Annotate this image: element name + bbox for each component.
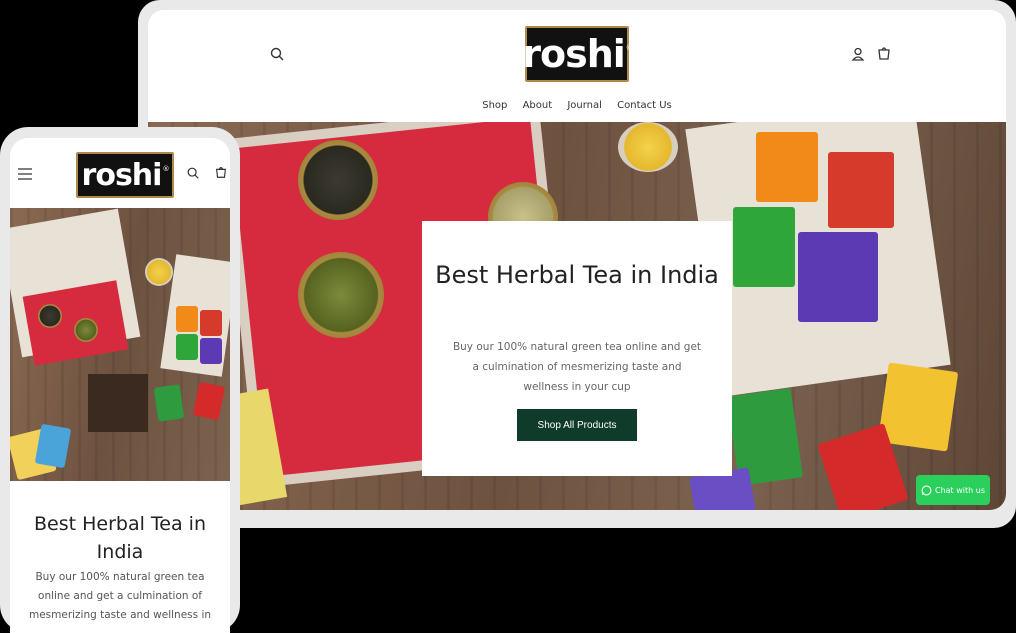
hero-sachet-graphic — [176, 334, 198, 360]
hero-sachet-graphic — [756, 132, 818, 202]
hero-sachet-graphic — [828, 152, 894, 228]
hero-sachet-graphic — [798, 232, 878, 322]
search-icon[interactable] — [269, 46, 285, 62]
cart-icon[interactable] — [876, 45, 892, 61]
hero-description: Buy our 100% natural green tea online an… — [452, 341, 702, 393]
nav-item-journal[interactable]: Journal — [567, 100, 602, 111]
hero-tea-bowl-graphic — [74, 318, 98, 342]
brand-logo[interactable]: roshi ® — [522, 26, 633, 82]
chat-label: Chat with us — [935, 485, 985, 495]
hero-tea-cup-graphic — [618, 122, 678, 172]
brand-logo[interactable]: roshi ® — [76, 152, 174, 198]
hero-sachet-graphic — [34, 423, 72, 469]
hero-sachet-graphic — [153, 384, 185, 422]
hero-tea-bowl-graphic — [38, 304, 62, 328]
logo-text: roshi — [522, 32, 626, 76]
mobile-hero-title: Best Herbal Tea in India — [34, 513, 206, 563]
shop-all-products-button[interactable]: Shop All Products — [517, 409, 637, 441]
logo-registered-mark: ® — [162, 165, 169, 173]
site-header: roshi ® Shop About Journal Contact Us — [148, 10, 1006, 122]
hero-title: Best Herbal Tea in India — [435, 261, 719, 289]
nav-item-about[interactable]: About — [523, 100, 553, 111]
hero-content-card: Best Herbal Tea in India Buy our 100% na… — [422, 221, 732, 476]
hero-sachet-graphic — [200, 338, 222, 364]
hero-sachet-graphic — [192, 381, 226, 421]
hero-sachet-graphic — [176, 306, 198, 332]
main-nav: Shop About Journal Contact Us — [148, 100, 1006, 111]
logo-registered-mark: ® — [625, 44, 633, 52]
whatsapp-icon — [921, 485, 932, 496]
hero-sachet-graphic — [733, 207, 795, 287]
nav-item-contact[interactable]: Contact Us — [617, 100, 672, 111]
mobile-screen: roshi ® Best Herbal Tea in India Buy our … — [10, 138, 230, 633]
cart-icon[interactable] — [214, 165, 228, 179]
nav-item-shop[interactable]: Shop — [482, 100, 507, 111]
mobile-hero-image — [10, 208, 230, 481]
account-icon[interactable] — [850, 46, 866, 62]
hero-tea-bowl-graphic — [298, 140, 378, 220]
menu-icon[interactable] — [18, 168, 32, 180]
hero-tea-cup-graphic — [145, 258, 173, 286]
chat-with-us-button[interactable]: Chat with us — [916, 475, 990, 505]
hero-gift-box-graphic — [88, 374, 148, 432]
hero-sachet-graphic — [877, 362, 959, 452]
search-icon[interactable] — [186, 166, 200, 180]
mobile-hero-description: Buy our 100% natural green tea online an… — [28, 571, 212, 621]
hero-sachet-graphic — [200, 310, 222, 336]
desktop-screen: roshi ® Shop About Journal Contact Us Be… — [148, 10, 1006, 510]
logo-text: roshi — [81, 157, 163, 193]
hero-tea-bowl-graphic — [298, 252, 384, 338]
